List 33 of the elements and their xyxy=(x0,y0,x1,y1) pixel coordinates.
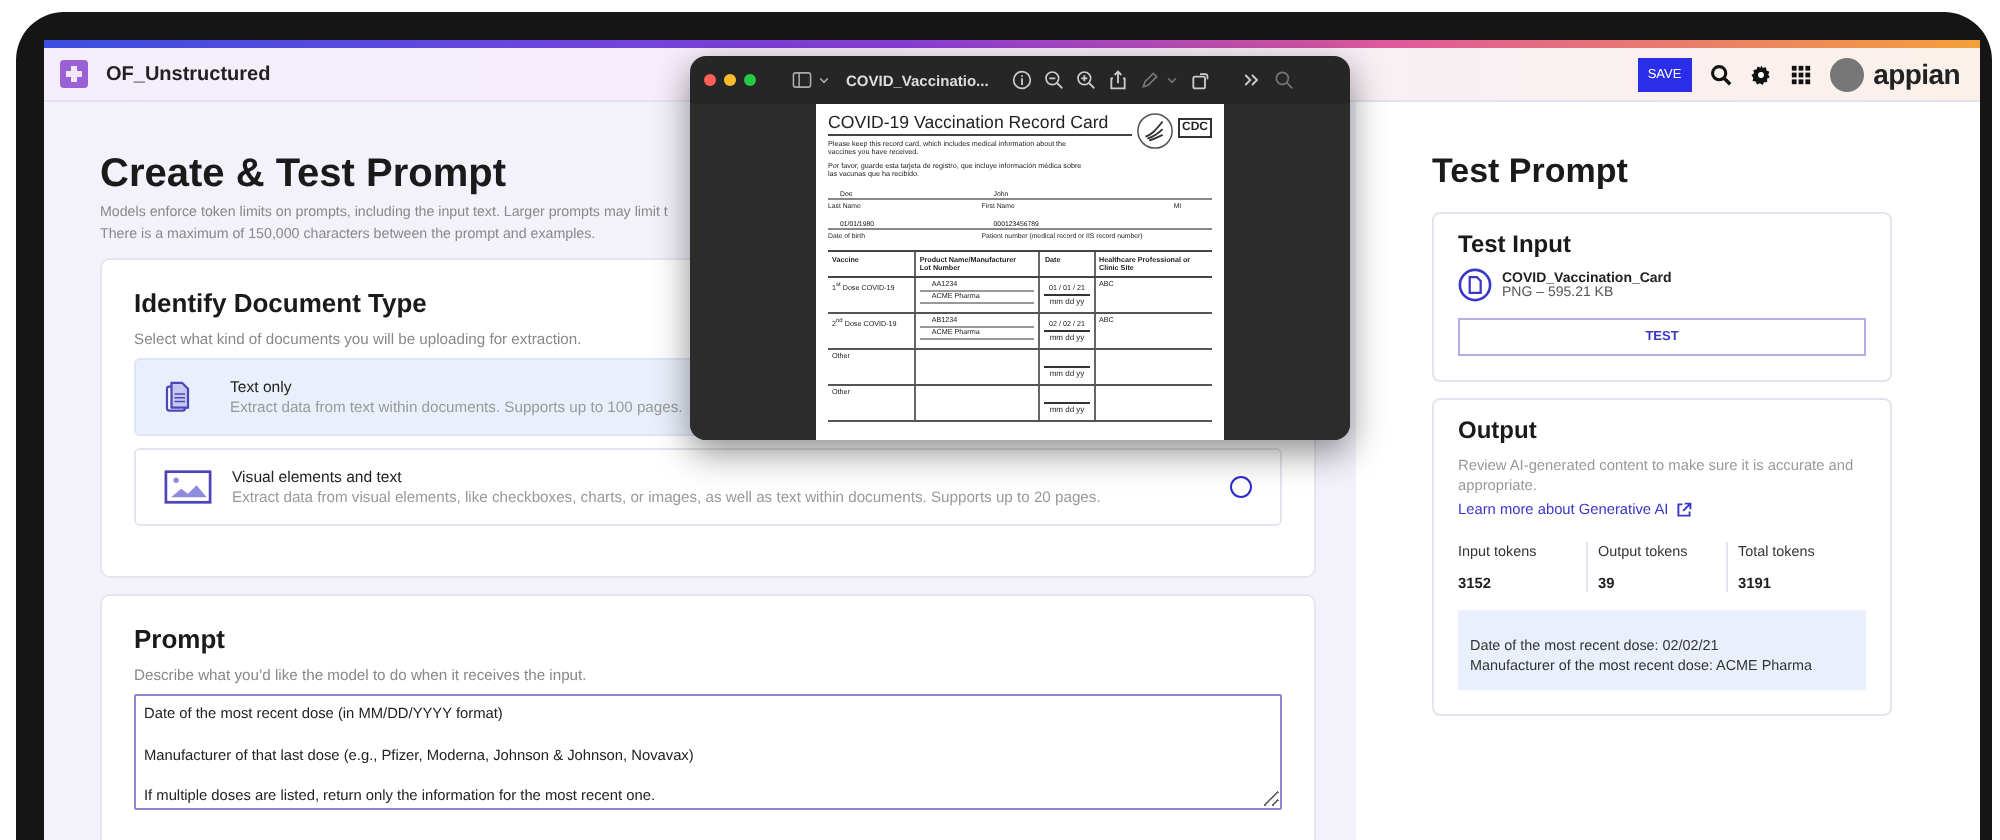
window-control-dot[interactable] xyxy=(704,74,716,86)
more-icon[interactable] xyxy=(1242,70,1263,90)
apps-grid-icon[interactable] xyxy=(1789,63,1812,85)
zoom-out-icon[interactable] xyxy=(1044,70,1065,90)
radio-button[interactable] xyxy=(1230,476,1252,498)
app-logo-icon xyxy=(60,60,88,88)
brand-logo: appian xyxy=(1873,58,1960,90)
card-title: Test Input xyxy=(1458,230,1573,258)
info-icon[interactable] xyxy=(1012,70,1033,90)
rotate-icon[interactable] xyxy=(1190,70,1211,90)
card-title: Output xyxy=(1458,416,1539,444)
pen-icon[interactable] xyxy=(1140,70,1161,90)
external-link-icon xyxy=(1676,501,1693,517)
document-icon xyxy=(164,380,194,414)
panel-title: Test Prompt xyxy=(1432,152,1630,192)
window-control-dot[interactable] xyxy=(724,74,736,86)
share-icon[interactable] xyxy=(1108,70,1129,90)
document-title: COVID-19 Vaccination Record Card xyxy=(828,112,1132,136)
window-control-dot[interactable] xyxy=(744,74,756,86)
zoom-in-icon[interactable] xyxy=(1076,70,1097,90)
user-avatar[interactable] xyxy=(1829,57,1864,91)
settings-icon[interactable] xyxy=(1749,63,1772,85)
app-name: OF_Unstructured xyxy=(106,63,271,85)
card-title: Identify Document Type xyxy=(134,288,427,318)
chevron-down-icon[interactable] xyxy=(818,74,830,86)
file-icon xyxy=(1458,268,1492,302)
chevron-down-icon[interactable] xyxy=(1166,74,1179,86)
image-icon xyxy=(164,470,212,504)
page-title: Create & Test Prompt xyxy=(100,152,507,198)
sidebar-icon[interactable] xyxy=(792,70,812,90)
card-title: Prompt xyxy=(134,624,225,654)
eagle-seal-icon xyxy=(1136,112,1174,150)
search-icon[interactable] xyxy=(1709,63,1732,85)
